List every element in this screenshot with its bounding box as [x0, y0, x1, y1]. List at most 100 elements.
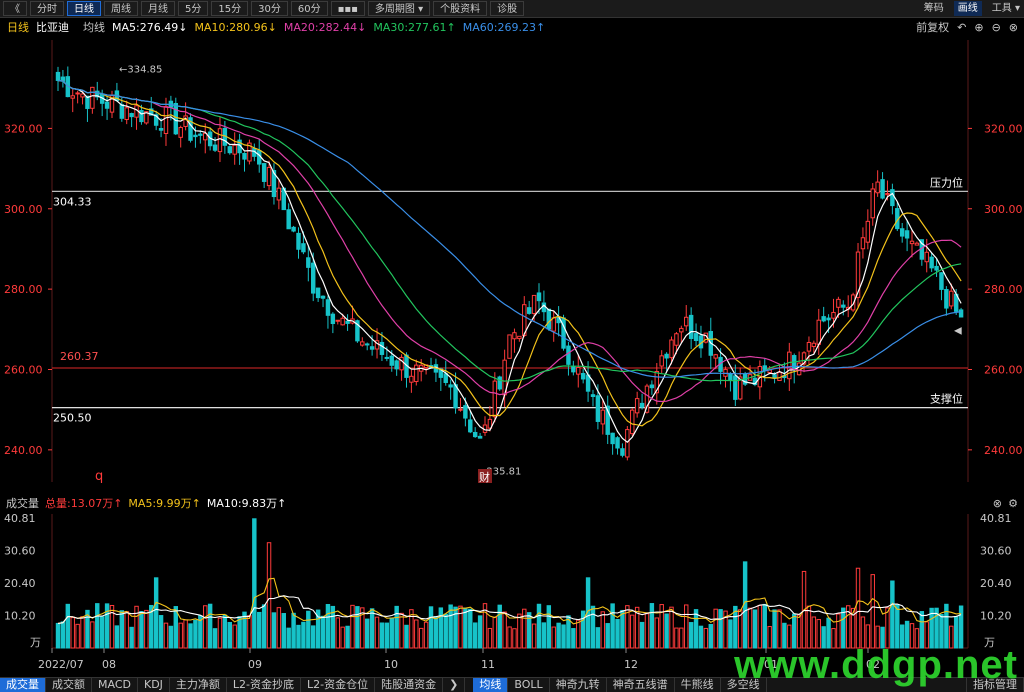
volume-close-icon[interactable]: ⊗ [993, 497, 1002, 510]
volume-settings-icon[interactable]: ⚙ [1008, 497, 1018, 510]
tab-monthly[interactable]: 月线 [141, 1, 175, 16]
volume-bar [517, 613, 522, 649]
candle-body [119, 104, 125, 119]
tab-30min[interactable]: 30分 [251, 1, 288, 16]
volume-ytick-label-left: 40.81 [4, 512, 36, 525]
candle-body [296, 232, 301, 250]
diagnose-button[interactable]: 诊股 [490, 1, 525, 16]
price-ytick-label-left: 240.00 [4, 444, 43, 457]
volume-bar [55, 622, 61, 649]
candle-body [649, 384, 655, 389]
ma60-label: MA60:269.23↑ [462, 20, 546, 34]
avg-label[interactable]: 均线 [83, 19, 105, 35]
volume-bar [153, 577, 159, 649]
volume-bar [600, 611, 606, 649]
reference-value-label: 260.37 [60, 350, 99, 363]
candle-body [360, 341, 365, 346]
tab-turnover[interactable]: 成交额 [46, 678, 92, 692]
draw-line-button[interactable]: 画线 [953, 1, 982, 16]
volume-bar [384, 622, 390, 649]
x-tick-label: 2022/07 [38, 658, 84, 671]
volume-bar [443, 613, 448, 649]
candle-body [787, 351, 792, 380]
volume-bar [806, 605, 812, 649]
volume-bar [551, 626, 556, 649]
candle-body [674, 333, 679, 346]
multi-period-dropdown[interactable]: 多周期图 ▾ [367, 1, 431, 16]
x-tick-label: 12 [624, 658, 638, 671]
volume-ma5-line [57, 577, 962, 625]
volume-bar [664, 613, 669, 649]
tab-l2-bottom[interactable]: L2-资金抄底 [227, 678, 302, 692]
volume-bar [345, 625, 350, 649]
candle-body [576, 367, 581, 375]
price-chart[interactable]: 240.00 240.00 260.00 260.00 280.00 280.00 300.… [0, 36, 1024, 492]
volume-bar [463, 607, 468, 649]
volume-bar [389, 617, 394, 649]
volume-bar [576, 619, 581, 649]
event-marker-cai: 财 [479, 470, 490, 484]
volume-bar [114, 625, 120, 649]
back-icon[interactable]: 《 [3, 1, 27, 16]
candle-body [600, 409, 606, 425]
undo-icon[interactable]: ↶ [957, 21, 966, 34]
tab-arrow[interactable]: ❯ [443, 678, 466, 692]
candle-body [836, 298, 841, 308]
volume-bar [306, 610, 311, 649]
candle-body [870, 188, 875, 219]
volume-bar [296, 624, 301, 649]
volume-ma5: MA5:9.99万↑ [128, 497, 201, 510]
tab-60min[interactable]: 60分 [290, 1, 328, 16]
tools-button[interactable]: 工具 ▾ [992, 1, 1020, 16]
tab-5min[interactable]: 5分 [178, 1, 209, 16]
volume-bar [335, 617, 340, 649]
tab-l2-position[interactable]: L2-资金仓位 [301, 678, 376, 692]
tab-boll[interactable]: BOLL [508, 678, 550, 692]
candle-body [806, 342, 812, 352]
tab-weekly[interactable]: 周线 [104, 1, 138, 16]
stock-info-button[interactable]: 个股资料 [433, 1, 488, 16]
volume-bar [595, 627, 601, 649]
volume-bar [252, 518, 257, 649]
volume-bar [659, 604, 664, 649]
volume-bar [605, 623, 610, 649]
volume-bar [188, 623, 193, 649]
candle-body [311, 262, 316, 294]
tab-nine-turn[interactable]: 神奇九转 [550, 678, 607, 692]
tab-fenshi[interactable]: 分时 [30, 1, 64, 16]
tab-main-net[interactable]: 主力净额 [170, 678, 227, 692]
volume-bar [325, 604, 331, 649]
volume-bar [438, 607, 444, 649]
tab-daily[interactable]: 日线 [67, 1, 101, 16]
candle-body [443, 373, 448, 383]
volume-bar [433, 616, 439, 649]
more-periods-button[interactable]: ▪▪▪ [330, 1, 365, 16]
zoom-out-icon[interactable]: ⊖ [992, 21, 1001, 34]
tab-five-lines[interactable]: 神奇五线谱 [607, 678, 675, 692]
volume-bar [266, 542, 272, 649]
candle-body [777, 371, 782, 382]
price-ytick-label-left: 320.00 [4, 122, 43, 135]
event-marker-q: q [95, 469, 103, 484]
tab-macd[interactable]: MACD [92, 678, 138, 692]
tab-kdj[interactable]: KDJ [138, 678, 170, 692]
volume-bar [374, 616, 380, 649]
candle-body [517, 335, 522, 340]
candle-body [659, 355, 664, 367]
tab-15min[interactable]: 15分 [211, 1, 249, 16]
candle-body [541, 302, 547, 313]
candle-body [639, 402, 645, 408]
candle-body [325, 299, 331, 316]
adjust-button[interactable]: 前复权 [916, 19, 949, 35]
candle-body [526, 307, 532, 314]
tab-volume[interactable]: 成交量 [0, 678, 46, 692]
tab-northbound[interactable]: 陆股通资金 [375, 678, 444, 692]
close-icon[interactable]: ⊗ [1009, 21, 1018, 34]
chips-button[interactable]: 筹码 [924, 1, 944, 16]
tab-bull-bear[interactable]: 牛熊线 [675, 678, 721, 692]
zoom-in-icon[interactable]: ⊕ [974, 21, 983, 34]
volume-bar [144, 609, 149, 649]
tab-ma[interactable]: 均线 [473, 678, 509, 692]
candle-body [841, 304, 846, 308]
volume-unit-left: 万 [30, 636, 41, 649]
